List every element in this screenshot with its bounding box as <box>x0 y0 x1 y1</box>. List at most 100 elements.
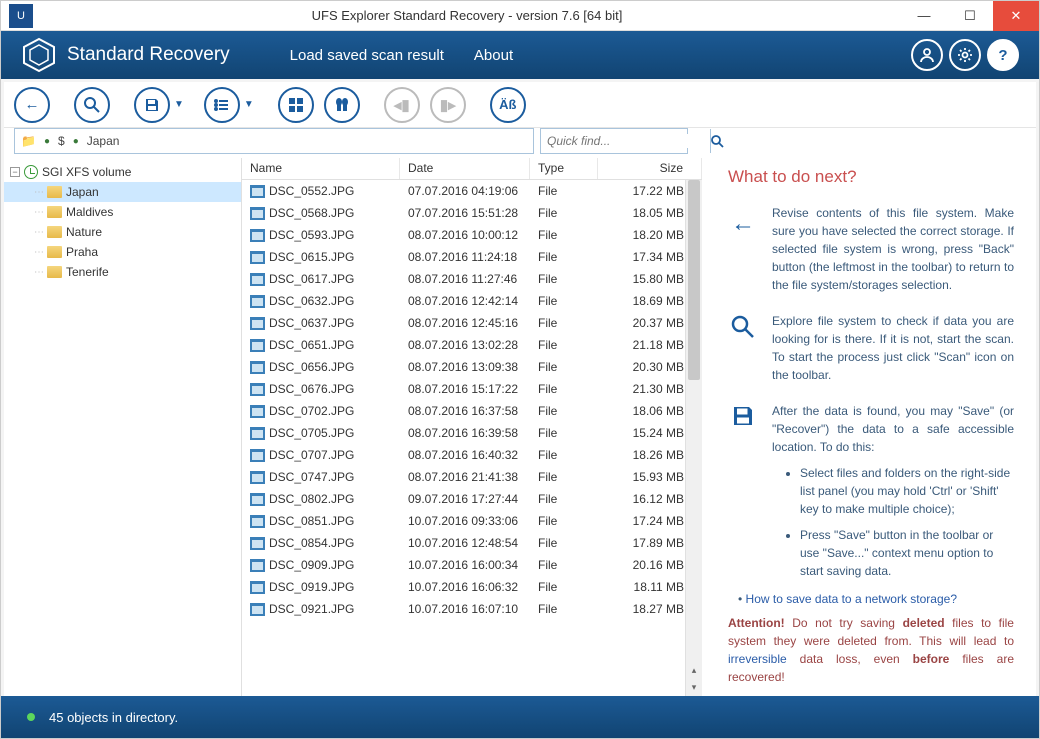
scan-button[interactable] <box>74 87 110 123</box>
file-date: 07.07.2016 04:19:06 <box>400 184 530 198</box>
encoding-button[interactable]: Äß <box>490 87 526 123</box>
help-text-1: Revise contents of this file system. Mak… <box>772 204 1014 294</box>
menu-load-scan[interactable]: Load saved scan result <box>290 47 444 64</box>
tree-folder[interactable]: ⋯Maldives <box>4 202 241 222</box>
find-button[interactable] <box>324 87 360 123</box>
toolbar: ← ▼ ▼ ◂▮ ▮▸ Äß <box>4 82 1036 128</box>
tree-folder[interactable]: ⋯Nature <box>4 222 241 242</box>
file-row[interactable]: DSC_0617.JPG08.07.2016 11:27:46File15.80… <box>242 268 702 290</box>
prev-button[interactable]: ◂▮ <box>384 87 420 123</box>
file-date: 08.07.2016 12:45:16 <box>400 316 530 330</box>
folder-icon <box>47 186 62 198</box>
magnify-icon <box>728 312 758 384</box>
image-icon <box>250 537 265 550</box>
collapse-icon[interactable]: − <box>10 167 20 177</box>
column-headers: Name Date Type Size <box>242 158 702 180</box>
file-row[interactable]: DSC_0552.JPG07.07.2016 04:19:06File17.22… <box>242 180 702 202</box>
file-type: File <box>530 514 598 528</box>
folder-icon: 📁 <box>21 134 36 148</box>
file-row[interactable]: DSC_0615.JPG08.07.2016 11:24:18File17.34… <box>242 246 702 268</box>
help-text-2: Explore file system to check if data you… <box>772 312 1014 384</box>
image-icon <box>250 515 265 528</box>
file-date: 09.07.2016 17:27:44 <box>400 492 530 506</box>
tree-folder-label: Praha <box>66 245 98 259</box>
settings-button[interactable] <box>949 39 981 71</box>
image-icon <box>250 383 265 396</box>
file-type: File <box>530 536 598 550</box>
tree-root[interactable]: − SGI XFS volume <box>4 162 241 182</box>
next-button[interactable]: ▮▸ <box>430 87 466 123</box>
minimize-button[interactable]: — <box>901 1 947 31</box>
tree-folder[interactable]: ⋯Japan <box>4 182 241 202</box>
scroll-down-icon[interactable]: ▾ <box>686 679 702 696</box>
path-dot-icon: ● <box>73 136 79 147</box>
file-row[interactable]: DSC_0656.JPG08.07.2016 13:09:38File20.30… <box>242 356 702 378</box>
file-type: File <box>530 206 598 220</box>
file-row[interactable]: DSC_0637.JPG08.07.2016 12:45:16File20.37… <box>242 312 702 334</box>
file-type: File <box>530 602 598 616</box>
app-header: Standard Recovery Load saved scan result… <box>1 31 1039 79</box>
back-button[interactable]: ← <box>14 87 50 123</box>
help-text-3: After the data is found, you may "Save" … <box>772 402 1014 456</box>
back-arrow-icon: ← <box>728 204 758 294</box>
scrollbar[interactable]: ▴ ▾ <box>685 180 702 696</box>
col-name[interactable]: Name <box>242 158 400 179</box>
file-type: File <box>530 404 598 418</box>
file-row[interactable]: DSC_0705.JPG08.07.2016 16:39:58File15.24… <box>242 422 702 444</box>
menu-about[interactable]: About <box>474 47 513 64</box>
tree-folder[interactable]: ⋯Tenerife <box>4 262 241 282</box>
file-type: File <box>530 184 598 198</box>
file-row[interactable]: DSC_0802.JPG09.07.2016 17:27:44File16.12… <box>242 488 702 510</box>
tree-folder[interactable]: ⋯Praha <box>4 242 241 262</box>
maximize-button[interactable]: ☐ <box>947 1 993 31</box>
file-type: File <box>530 492 598 506</box>
file-row[interactable]: DSC_0593.JPG08.07.2016 10:00:12File18.20… <box>242 224 702 246</box>
file-name: DSC_0851.JPG <box>269 514 354 528</box>
search-input[interactable] <box>541 134 710 148</box>
file-name: DSC_0921.JPG <box>269 602 354 616</box>
file-name: DSC_0747.JPG <box>269 470 354 484</box>
file-row[interactable]: DSC_0909.JPG10.07.2016 16:00:34File20.16… <box>242 554 702 576</box>
file-type: File <box>530 250 598 264</box>
file-list: Name Date Type Size DSC_0552.JPG07.07.20… <box>242 158 702 696</box>
file-row[interactable]: DSC_0919.JPG10.07.2016 16:06:32File18.11… <box>242 576 702 598</box>
status-dot-icon <box>27 713 35 721</box>
image-icon <box>250 317 265 330</box>
view-dropdown-icon[interactable]: ▼ <box>244 99 254 110</box>
help-heading: What to do next? <box>728 164 1014 190</box>
file-name: DSC_0909.JPG <box>269 558 354 572</box>
user-button[interactable] <box>911 39 943 71</box>
image-icon <box>250 361 265 374</box>
path-bar[interactable]: 📁 ● $ ● Japan <box>14 128 534 154</box>
status-text: 45 objects in directory. <box>49 710 178 725</box>
file-row[interactable]: DSC_0707.JPG08.07.2016 16:40:32File18.26… <box>242 444 702 466</box>
file-row[interactable]: DSC_0702.JPG08.07.2016 16:37:58File18.06… <box>242 400 702 422</box>
file-name: DSC_0854.JPG <box>269 536 354 550</box>
search-go-button[interactable] <box>710 129 724 153</box>
save-button[interactable] <box>134 87 170 123</box>
col-size[interactable]: Size <box>598 158 702 179</box>
grid-view-button[interactable] <box>278 87 314 123</box>
file-date: 08.07.2016 15:17:22 <box>400 382 530 396</box>
col-type[interactable]: Type <box>530 158 598 179</box>
file-row[interactable]: DSC_0676.JPG08.07.2016 15:17:22File21.30… <box>242 378 702 400</box>
save-dropdown-icon[interactable]: ▼ <box>174 99 184 110</box>
scroll-up-icon[interactable]: ▴ <box>686 662 702 679</box>
file-row[interactable]: DSC_0632.JPG08.07.2016 12:42:14File18.69… <box>242 290 702 312</box>
tree-folder-label: Nature <box>66 225 102 239</box>
file-row[interactable]: DSC_0851.JPG10.07.2016 09:33:06File17.24… <box>242 510 702 532</box>
file-date: 10.07.2016 16:00:34 <box>400 558 530 572</box>
scroll-thumb[interactable] <box>688 180 700 380</box>
file-row[interactable]: DSC_0747.JPG08.07.2016 21:41:38File15.93… <box>242 466 702 488</box>
logo-icon <box>21 37 57 73</box>
file-row[interactable]: DSC_0651.JPG08.07.2016 13:02:28File21.18… <box>242 334 702 356</box>
file-type: File <box>530 426 598 440</box>
file-row[interactable]: DSC_0854.JPG10.07.2016 12:48:54File17.89… <box>242 532 702 554</box>
list-view-button[interactable] <box>204 87 240 123</box>
file-row[interactable]: DSC_0568.JPG07.07.2016 15:51:28File18.05… <box>242 202 702 224</box>
help-link[interactable]: How to save data to a network storage? <box>746 592 957 606</box>
help-button[interactable]: ? <box>987 39 1019 71</box>
file-row[interactable]: DSC_0921.JPG10.07.2016 16:07:10File18.27… <box>242 598 702 620</box>
close-button[interactable]: ✕ <box>993 1 1039 31</box>
col-date[interactable]: Date <box>400 158 530 179</box>
